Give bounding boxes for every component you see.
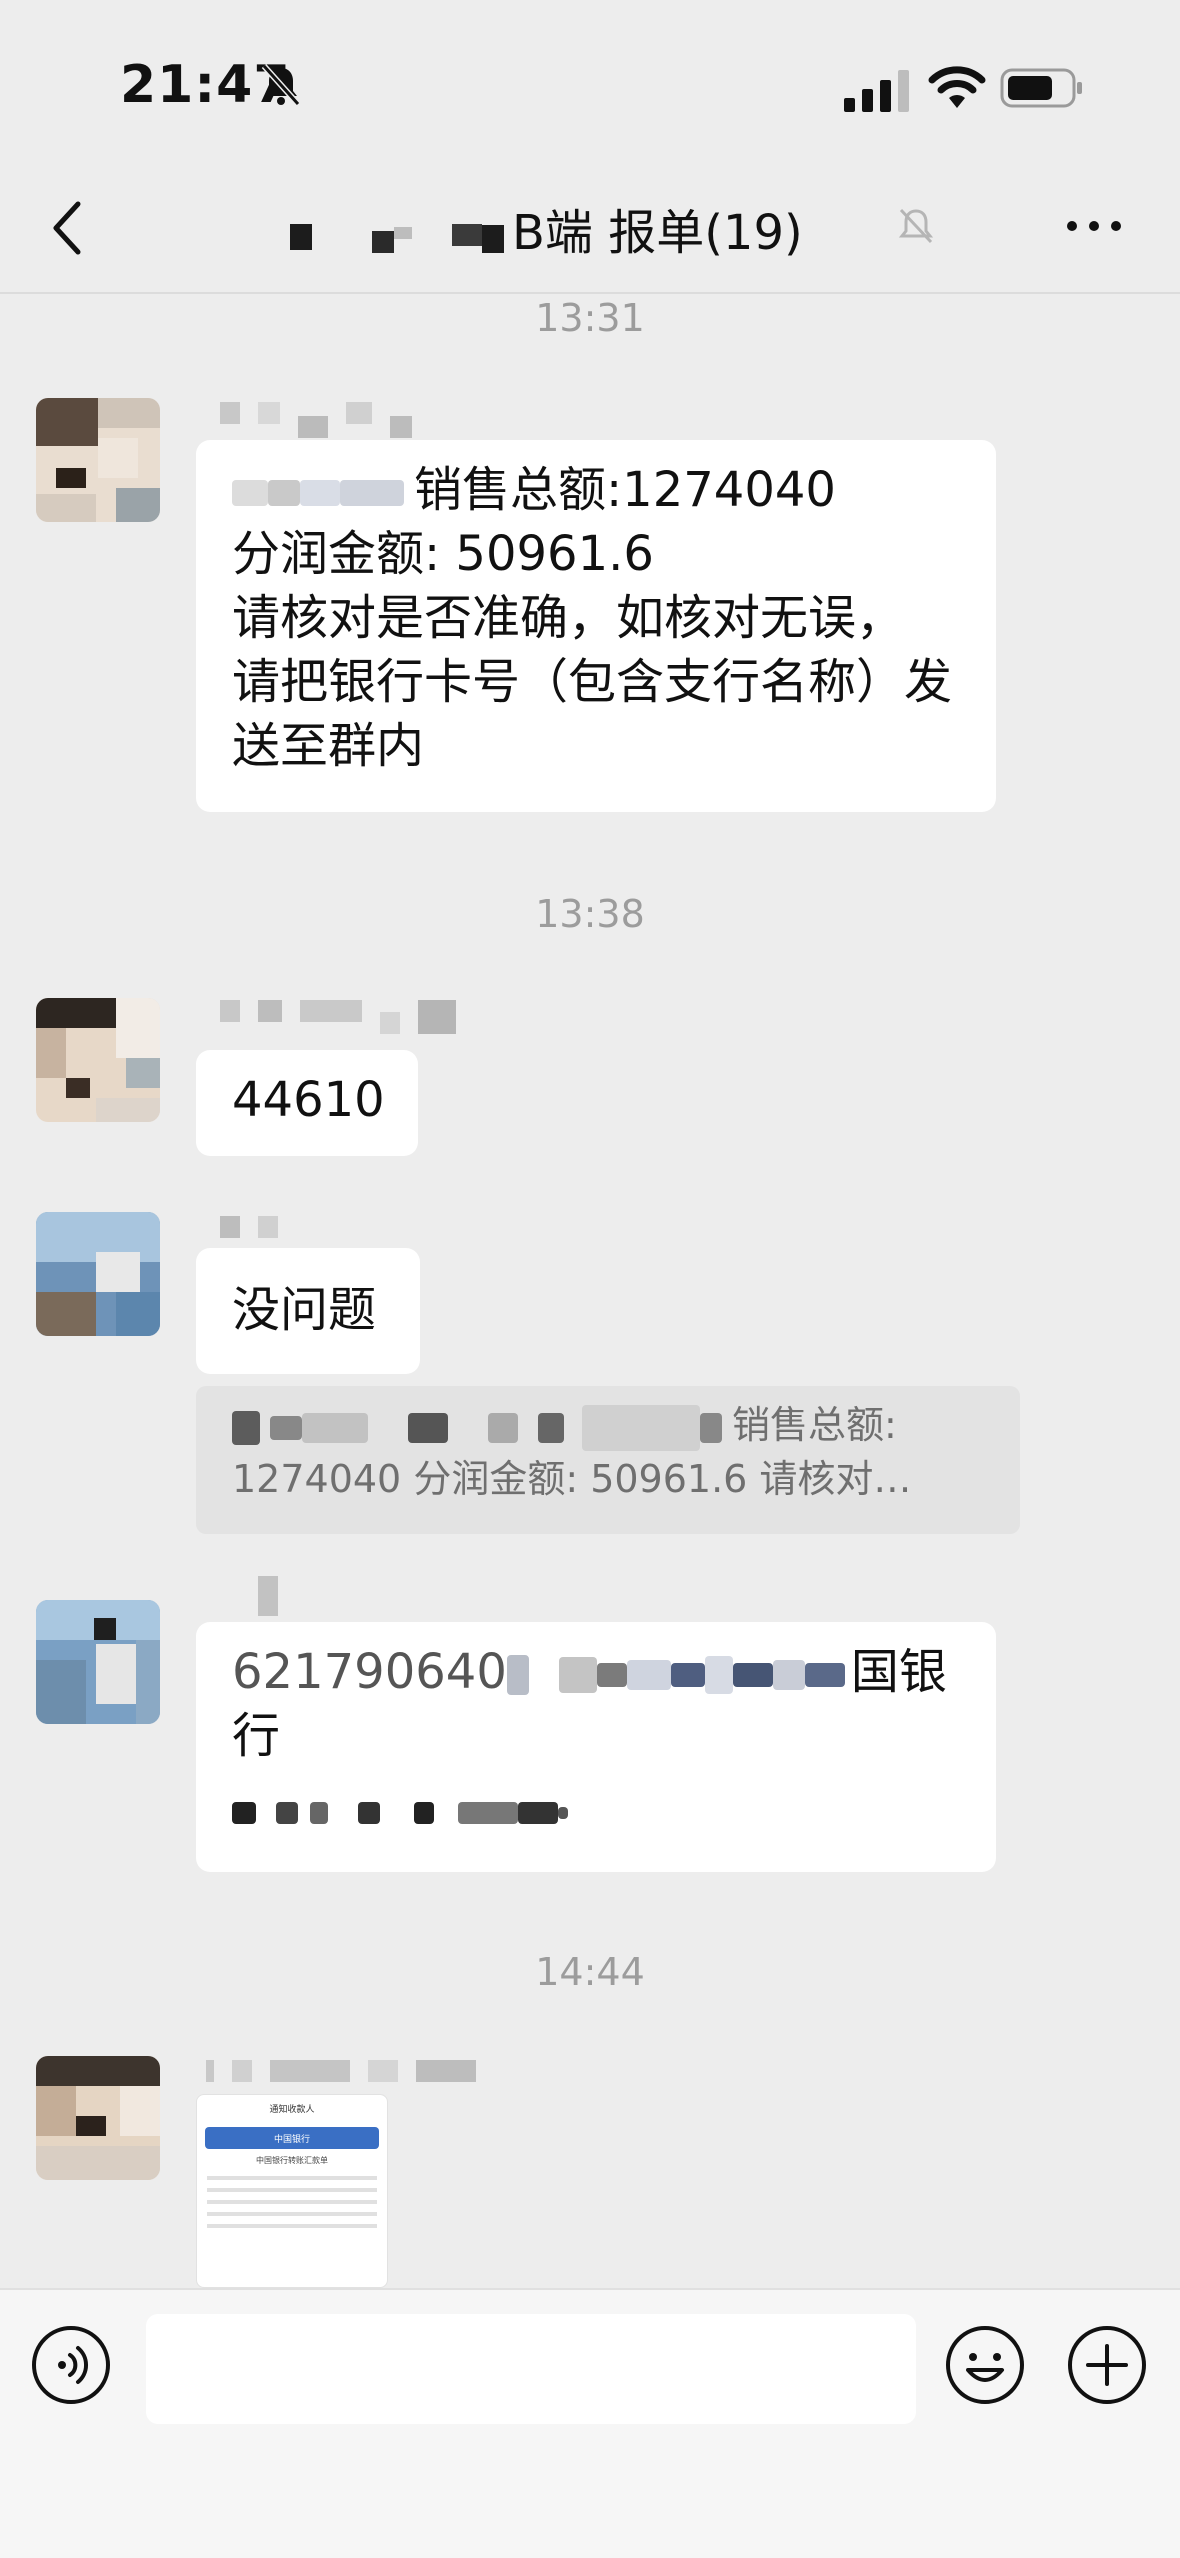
more-horizontal-icon[interactable]: [1064, 216, 1124, 236]
image-message-thumbnail[interactable]: 通知收款人 中国银行 中国银行转账汇款单: [196, 2094, 388, 2288]
thumb-rows: [207, 2176, 377, 2228]
avatar[interactable]: [36, 398, 160, 522]
card-number-visible: 621790640: [232, 1644, 507, 1700]
chat-title-text: B端 报单(19): [512, 205, 803, 261]
message-bubble[interactable]: 44610: [196, 1050, 418, 1156]
quote-text: 销售总额:: [732, 1403, 897, 1447]
sender-name: [206, 2060, 494, 2090]
message-bubble[interactable]: 销售总额:1274040 分润金额: 50961.6 请核对是否准确，如核对无误…: [196, 440, 996, 812]
emoji-icon[interactable]: [944, 2324, 1026, 2406]
thumb-subtitle: 中国银行转账汇款单: [256, 2156, 328, 2165]
message-line: 请核对是否准确，如核对无误，: [232, 590, 905, 646]
thumb-bank-banner: 中国银行: [205, 2127, 379, 2149]
bell-slash-icon: [261, 63, 301, 107]
timestamp: 13:31: [535, 296, 645, 340]
bank-name-partial: 国银: [850, 1644, 947, 1700]
sender-name: [220, 1000, 474, 1034]
timestamp: 13:38: [535, 892, 645, 936]
avatar[interactable]: [36, 2056, 160, 2180]
message-line: 送至群内: [232, 718, 425, 774]
message-line: 请把银行卡号（包含支行名称）发: [232, 654, 953, 710]
message-text: 没问题: [232, 1282, 377, 1338]
message-bubble[interactable]: 没问题: [196, 1248, 420, 1374]
sales-total: 销售总额:1274040: [414, 462, 836, 518]
bank-card-line: 621790640 国银: [232, 1640, 960, 1704]
avatar[interactable]: [36, 998, 160, 1122]
sender-name: [220, 1216, 296, 1246]
bank-card-line-2: 行: [232, 1708, 281, 1764]
signal-icon: [844, 70, 909, 112]
sender-name: [220, 402, 430, 438]
chevron-left-icon[interactable]: [48, 198, 88, 258]
sender-name: [258, 1576, 296, 1616]
thumb-header: 通知收款人: [269, 2104, 315, 2115]
plus-circle-icon[interactable]: [1066, 2324, 1148, 2406]
quote-text: 1274040 分润金额: 50961.6 请核对…: [232, 1457, 912, 1501]
avatar[interactable]: [36, 1212, 160, 1336]
timestamp: 14:44: [535, 1950, 645, 1994]
avatar[interactable]: [36, 1600, 160, 1724]
chat-title[interactable]: B端 报单(19): [290, 196, 803, 261]
nav-divider: [0, 292, 1180, 294]
profit-amount: 分润金额: 50961.6: [232, 526, 654, 582]
battery-icon: [1000, 68, 1082, 108]
message-input[interactable]: [146, 2314, 916, 2424]
mute-bell-icon: [898, 208, 934, 244]
message-text: 44610: [232, 1072, 385, 1128]
branch-name-redacted: [232, 1778, 960, 1842]
voice-input-icon[interactable]: [30, 2324, 112, 2406]
wifi-icon: [928, 66, 986, 108]
quote-line: 销售总额:: [232, 1398, 984, 1452]
message-line: 销售总额:1274040: [232, 458, 960, 522]
message-bubble[interactable]: 621790640 国银 行: [196, 1622, 996, 1872]
quoted-message[interactable]: 销售总额: 1274040 分润金额: 50961.6 请核对…: [196, 1386, 1020, 1534]
